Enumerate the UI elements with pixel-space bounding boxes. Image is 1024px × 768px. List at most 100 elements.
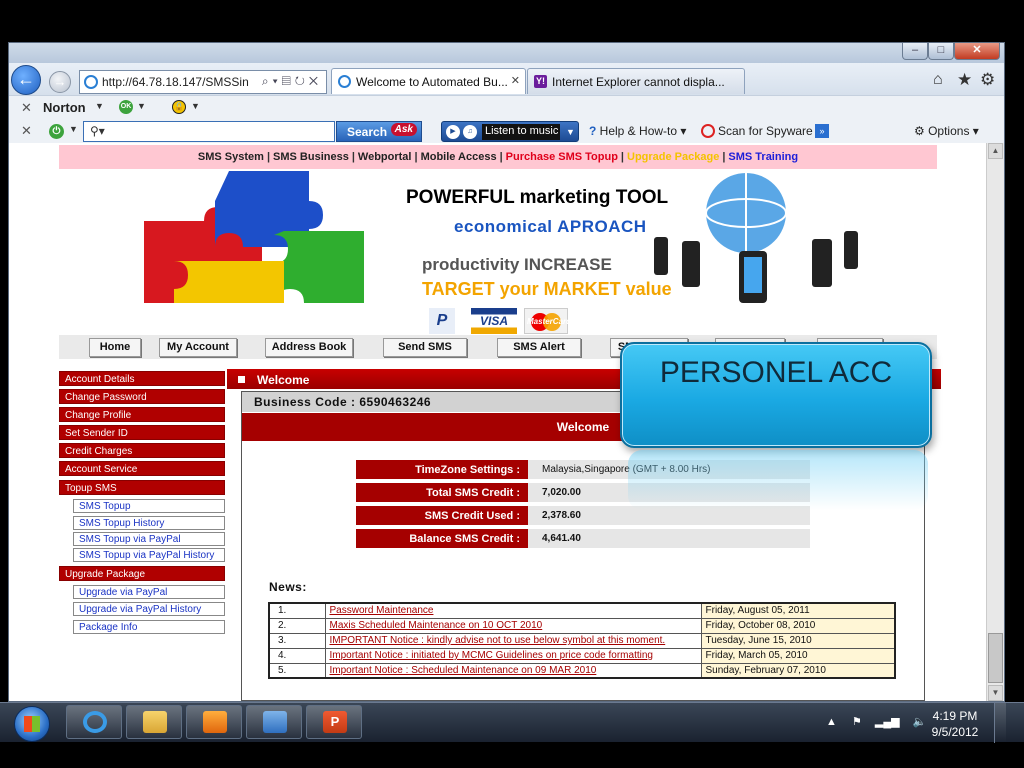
nav-sms-alert-button[interactable]: SMS Alert [497,338,581,357]
scroll-down-icon[interactable]: ▼ [988,685,1003,701]
yahoo-tab-icon: Y! [534,75,547,88]
bullet-square-icon [238,376,245,383]
gear-icon[interactable]: ⚙ [980,70,995,90]
clock-time[interactable]: 4:19 PM [926,709,984,723]
globe-phones-icon [654,173,858,303]
sidebar-subitem-package-info[interactable]: Package Info [73,620,225,634]
sidebar-subitem-upgrade-paypal-history[interactable]: Upgrade via PayPal History [73,602,225,616]
nav-home-button[interactable]: Home [89,338,141,357]
news-link[interactable]: Important Notice : initiated by MCMC Gui… [330,650,653,661]
sidebar-item-account-service[interactable]: Account Service [59,461,225,476]
news-link[interactable]: Password Maintenance [330,605,434,616]
top-link-sms-business[interactable]: SMS Business [273,151,349,163]
sidebar-subitem-sms-topup-history[interactable]: SMS Topup History [73,516,225,530]
news-link[interactable]: Important Notice : Scheduled Maintenance… [330,665,597,676]
clock-date[interactable]: 9/5/2012 [926,725,984,739]
chevron-down-icon[interactable]: ▼ [137,101,146,111]
stat-label-total-credit: Total SMS Credit : [356,483,528,504]
search-input[interactable]: ⚲▾ [83,121,335,142]
chevron-down-icon[interactable]: ▼ [69,124,78,134]
top-link-sms-training[interactable]: SMS Training [728,151,798,163]
address-text: http://64.78.18.147/SMSSin [102,75,249,89]
news-link[interactable]: IMPORTANT Notice : kindly advise not to … [330,635,666,646]
search-button[interactable]: Search Ask [336,121,422,142]
close-toolbar-icon[interactable]: ✕ [21,100,32,116]
help-menu[interactable]: ? Help & How-to ▾ [589,124,686,138]
chevron-down-icon[interactable]: ▼ [95,101,104,111]
nav-send-sms-button[interactable]: Send SMS [383,338,467,357]
news-num: 2. [268,617,326,634]
nav-my-account-button[interactable]: My Account [159,338,237,357]
sidebar-item-upgrade-package[interactable]: Upgrade Package [59,566,225,581]
personel-acc-button[interactable]: PERSONEL ACC [620,342,932,448]
stat-label-balance-credit: Balance SMS Credit : [356,529,528,550]
sidebar-item-change-profile[interactable]: Change Profile [59,407,225,422]
close-tab-icon[interactable]: ✕ [511,74,520,87]
close-window-button[interactable]: ✕ [954,43,1000,60]
scroll-up-icon[interactable]: ▲ [988,143,1003,159]
address-tools-icon[interactable]: ⌕▾▤↻✕ [262,74,322,89]
norton-ok-icon[interactable]: OK [119,100,133,114]
target-icon [701,124,715,138]
ie-icon [84,75,98,89]
minimize-button[interactable]: – [902,43,928,60]
top-link-purchase-topup[interactable]: Purchase SMS Topup [506,151,618,163]
mastercard-text: MasterCard [527,317,572,326]
show-desktop-button[interactable] [994,703,1006,743]
start-button[interactable] [14,706,50,742]
forward-button[interactable]: → [49,71,71,93]
network-icon[interactable]: ▂▄▆ [875,716,900,728]
sidebar-subitem-sms-topup-paypal-history[interactable]: SMS Topup via PayPal History [73,548,225,562]
sidebar-item-credit-charges[interactable]: Credit Charges [59,443,225,458]
close-toolbar-icon[interactable]: ✕ [21,123,32,139]
address-bar[interactable]: http://64.78.18.147/SMSSin ⌕▾▤↻✕ [79,70,327,94]
tab-welcome[interactable]: Welcome to Automated Bu... ✕ [331,68,526,94]
scroll-thumb[interactable] [988,633,1003,683]
taskbar-powerpoint-button[interactable]: P [306,705,362,739]
vertical-scrollbar[interactable]: ▲ ▼ [986,143,1004,701]
sidebar-item-set-sender-id[interactable]: Set Sender ID [59,425,225,440]
top-link-webportal[interactable]: Webportal [358,151,412,163]
top-link-upgrade-package[interactable]: Upgrade Package [627,151,719,163]
volume-icon[interactable]: ♫ [463,125,477,139]
options-menu[interactable]: ⚙ Options ▾ [914,124,979,138]
top-link-mobile-access[interactable]: Mobile Access [421,151,497,163]
more-tools-icon[interactable]: » [815,124,829,138]
favorites-star-icon[interactable]: ★ [957,70,972,90]
tab-label: Internet Explorer cannot displa... [552,75,725,89]
banner-headline-3: productivity INCREASE [422,255,612,274]
scan-spyware-button[interactable]: Scan for Spyware [701,124,813,138]
ask-logo: Ask [390,123,417,136]
top-link-sms-system[interactable]: SMS System [198,151,264,163]
norton-menu[interactable]: Norton [43,100,86,115]
taskbar-remote-button[interactable] [246,705,302,739]
nav-address-book-button[interactable]: Address Book [265,338,353,357]
system-tray: ▲ ⚑ ▂▄▆ 🔈 [826,715,926,728]
tab-ie-error[interactable]: Y! Internet Explorer cannot displa... [527,68,745,94]
taskbar-media-button[interactable] [186,705,242,739]
search-icon: ⚲▾ [90,124,105,138]
sidebar-subitem-upgrade-paypal[interactable]: Upgrade via PayPal [73,585,225,599]
lock-icon[interactable]: 🔒 [172,100,186,114]
volume-icon[interactable]: 🔈 [913,716,927,728]
power-icon[interactable]: ⏻ [49,124,64,139]
action-center-flag-icon[interactable]: ⚑ [852,716,862,728]
sidebar-item-change-password[interactable]: Change Password [59,389,225,404]
home-icon[interactable]: ⌂ [933,71,943,89]
tray-expand-icon[interactable]: ▲ [826,716,837,728]
taskbar-ie-button[interactable] [66,705,122,739]
sidebar-subitem-sms-topup-paypal[interactable]: SMS Topup via PayPal [73,532,225,546]
back-button[interactable]: ← [11,65,41,95]
chevron-down-icon[interactable]: ▼ [191,101,200,111]
news-heading: News: [269,580,307,594]
sidebar-item-topup-sms[interactable]: Topup SMS [59,480,225,495]
sidebar-item-account-details[interactable]: Account Details [59,371,225,386]
news-link[interactable]: Maxis Scheduled Maintenance on 10 OCT 20… [330,620,543,631]
music-player[interactable]: ▶ ♫ Listen to music ▼ [441,121,579,142]
sidebar-subitem-sms-topup[interactable]: SMS Topup [73,499,225,513]
maximize-button[interactable]: □ [928,43,954,60]
taskbar-explorer-button[interactable] [126,705,182,739]
chevron-down-icon[interactable]: ▼ [566,127,575,137]
play-icon[interactable]: ▶ [446,125,460,139]
options-label: Options [928,124,970,138]
